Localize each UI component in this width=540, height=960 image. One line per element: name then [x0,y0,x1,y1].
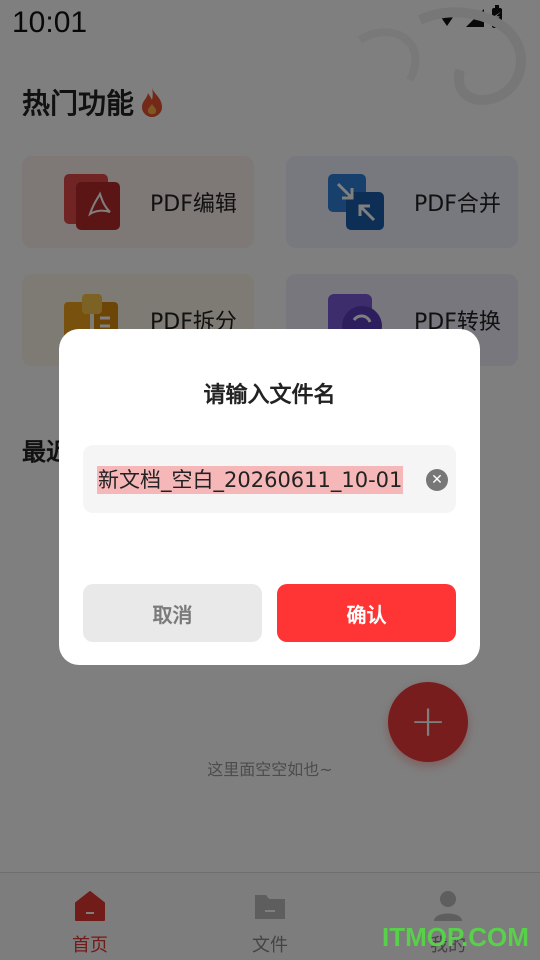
filename-input-value[interactable]: 新文档_空白_20260611_10-01 [97,466,404,494]
dialog-title: 请输入文件名 [203,383,336,408]
watermark: ITMOP.COM [382,922,529,952]
filename-input[interactable]: 新文档_空白_20260611_10-01 ✕ [83,445,456,513]
confirm-button[interactable]: 确认 [277,584,456,642]
close-icon: ✕ [431,472,443,488]
clear-input-button[interactable]: ✕ [426,469,448,491]
cancel-button[interactable]: 取消 [83,584,262,642]
filename-dialog: 请输入文件名 新文档_空白_20260611_10-01 ✕ 取消 确认 [59,329,480,665]
